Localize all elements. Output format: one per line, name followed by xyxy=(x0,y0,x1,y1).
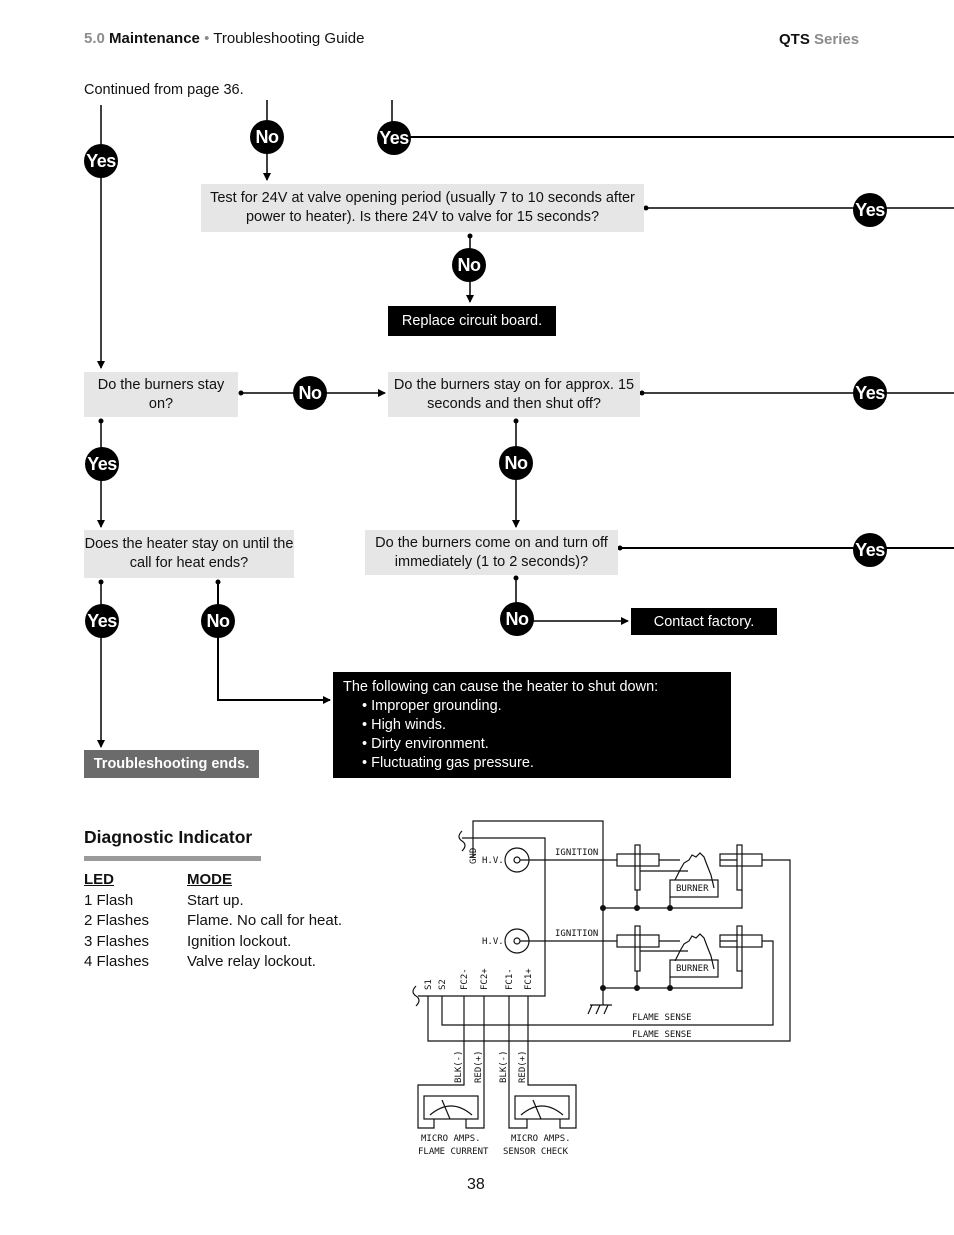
burner-label: BURNER xyxy=(676,884,709,894)
terminal-s2: S2 xyxy=(438,979,448,990)
flame-sense-wire xyxy=(441,940,774,1026)
page-number: 38 xyxy=(467,1176,485,1193)
junction-dot xyxy=(600,985,606,991)
ground-bus xyxy=(603,971,743,989)
junction-dot xyxy=(667,905,673,911)
hv-label: H.V. xyxy=(482,856,504,866)
ignition-label: IGNITION xyxy=(555,848,598,858)
terminal-fc2-minus: FC2- xyxy=(460,968,470,990)
igniter-rod xyxy=(634,844,641,891)
igniter-body xyxy=(616,934,660,948)
flame-sense-label: FLAME SENSE xyxy=(632,1030,692,1040)
red-label: RED(+) xyxy=(474,1050,484,1083)
terminal-fc1-minus: FC1- xyxy=(505,968,515,990)
meter1-label-line1: MICRO AMPS. xyxy=(421,1134,481,1144)
junction-dot xyxy=(634,905,640,911)
gnd-label: GND xyxy=(469,848,479,864)
flame-sense-wire xyxy=(427,859,791,1042)
junction-dot xyxy=(600,905,606,911)
meter-needle xyxy=(532,1099,542,1120)
ground-symbol xyxy=(603,1004,609,1015)
meter-scale xyxy=(429,1105,473,1116)
meter2-label-line1: MICRO AMPS. xyxy=(511,1134,571,1144)
meter-needle xyxy=(441,1099,451,1120)
hv-label: H.V. xyxy=(482,937,504,947)
blk-label: BLK(-) xyxy=(454,1050,464,1083)
ground-symbol xyxy=(587,1004,593,1015)
sensor-rod xyxy=(736,925,743,972)
meter2-label-line2: SENSOR CHECK xyxy=(503,1147,569,1157)
terminal-fc2-plus: FC2+ xyxy=(480,968,490,990)
ignition-label: IGNITION xyxy=(555,929,598,939)
hv-terminal-center xyxy=(513,856,521,864)
meter1-label-line2: FLAME CURRENT xyxy=(418,1147,489,1157)
igniter-body xyxy=(616,853,660,867)
sensor-rod xyxy=(736,844,743,891)
wire-break-symbol xyxy=(458,830,466,852)
wiring-diagram: GND H.V. H.V. IGNITION IGNITION BURNER B… xyxy=(412,820,791,1157)
terminal-fc1-plus: FC1+ xyxy=(524,968,534,990)
hv-terminal-center xyxy=(513,937,521,945)
sensor-check-meter xyxy=(514,1095,570,1120)
ground-bus xyxy=(603,890,743,909)
blk-label: BLK(-) xyxy=(499,1050,509,1083)
igniter-rod xyxy=(634,925,641,972)
junction-dot xyxy=(634,985,640,991)
terminal-s1: S1 xyxy=(424,979,434,990)
junction-dot xyxy=(667,985,673,991)
flame-sense-label: FLAME SENSE xyxy=(632,1013,692,1023)
flame-current-meter xyxy=(423,1095,479,1120)
meter-scale xyxy=(520,1105,564,1116)
ground-symbol xyxy=(595,1004,601,1015)
red-label: RED(+) xyxy=(518,1050,528,1083)
burner-label: BURNER xyxy=(676,964,709,974)
